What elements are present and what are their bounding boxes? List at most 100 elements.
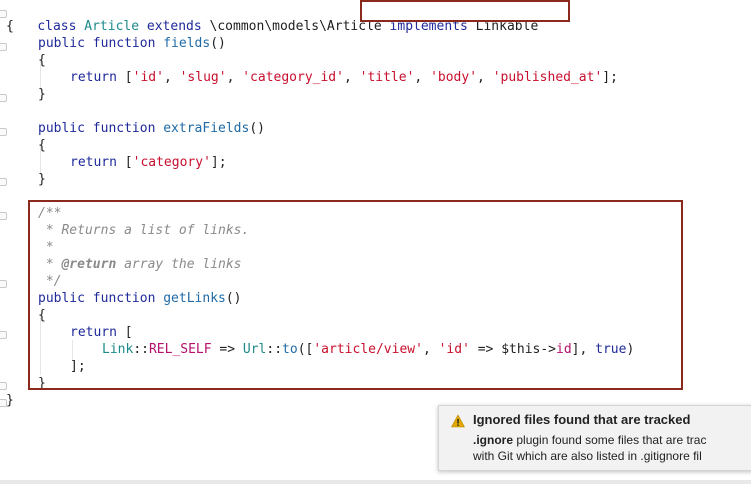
property: id [556,342,572,357]
class-name: Article [84,19,140,34]
bracket: [ [124,155,133,170]
brace: { [38,138,46,153]
code-line-link-entry: Link::REL_SELF => Url::to(['article/view… [102,341,634,358]
bracket: ]; [70,359,86,374]
string: 'slug' [179,70,227,85]
brace: } [38,172,46,187]
parens: () [210,36,226,51]
comment: */ [38,274,62,289]
indent-guide [40,315,41,375]
code-line-doc-comment: * @return array the links [38,256,242,273]
code-line-doc-comment: * Returns a list of links. [38,222,250,239]
bracket: ]; [210,155,227,170]
code-line: } [38,86,46,103]
string: 'title' [359,70,415,85]
comment: * [38,240,54,255]
warning-icon [451,414,465,428]
code-line-doc-comment: /** [38,205,61,222]
status-bar [0,480,751,484]
comma: , [422,342,439,357]
operator: => [211,342,243,357]
fold-marker[interactable] [0,178,7,186]
bracket: ]; [602,70,618,85]
variable: $this-> [501,342,557,357]
interface-name: Linkable [467,19,539,34]
code-line-class-declaration: class Article extends \common\models\Art… [6,1,538,34]
keyword: public function [38,36,164,51]
string: 'category_id' [242,70,344,85]
bracket: ([ [297,342,314,357]
function-name: to [282,342,298,357]
class-name: Url [242,342,267,357]
fold-marker[interactable] [0,128,7,136]
fold-marker[interactable] [0,331,7,339]
function-name: getLinks [163,291,226,306]
comment: * Returns a list of links. [38,223,250,238]
comma: , [343,70,360,85]
code-line-return-category: return ['category']; [70,154,227,171]
comment: /** [38,206,62,221]
operator: :: [266,342,283,357]
comment: * [38,257,62,272]
code-line-extrafields: public function extraFields() [38,120,265,137]
comma: , [163,70,180,85]
code-line: ]; [70,358,86,375]
brace: } [38,376,46,391]
string: 'category' [132,155,211,170]
code-line-fields: public function fields() [38,35,226,52]
code-line: } [38,375,46,392]
string: 'id' [132,70,164,85]
fold-marker[interactable] [0,382,7,390]
comma: , [414,70,431,85]
code-line-return: return [ [70,324,133,341]
code-line: { [38,307,46,324]
keyword: return [70,70,125,85]
keyword: return [70,155,125,170]
comma: , [226,70,243,85]
fold-marker[interactable] [0,212,7,220]
keyword: return [70,325,125,340]
notification-message-line: .ignore plugin found some files that are… [473,433,706,447]
keyword: true [595,342,627,357]
code-line-doc-comment: */ [38,273,62,290]
notification-text: with Git which are also listed in .gitig… [473,449,702,463]
indent-guide [72,340,73,360]
parent-class: \common\models\Article [209,19,382,34]
keyword-implements: implements [389,19,468,34]
code-line: } [6,392,14,409]
brace: } [6,393,14,408]
parens: () [225,291,242,306]
fold-marker[interactable] [0,94,7,102]
notification-balloon[interactable]: Ignored files found that are tracked .ig… [438,405,751,471]
plugin-name[interactable]: .ignore [473,433,513,447]
keyword: extends [139,19,210,34]
bracket: ], [571,342,596,357]
bracket: [ [124,325,133,340]
notification-title: Ignored files found that are tracked [473,412,691,427]
parens: ) [626,342,635,357]
code-line-return-fields: return ['id', 'slug', 'category_id', 'ti… [70,69,618,86]
code-line: } [38,171,46,188]
keyword: class [37,19,85,34]
code-line: { [38,52,46,69]
keyword: public function [38,121,164,136]
bracket: [ [124,70,133,85]
code-line-getlinks: public function getLinks() [38,290,242,307]
comment: array the links [116,257,242,272]
notification-text: plugin found some files that are trac [513,433,707,447]
brace: { [6,19,14,34]
brace: { [38,308,46,323]
operator: :: [133,342,149,357]
code-line: { [38,137,46,154]
class-name: Link [102,342,134,357]
string: 'body' [430,70,478,85]
fold-marker[interactable] [0,280,7,288]
keyword: public function [38,291,164,306]
function-name: extraFields [163,121,250,136]
brace: { [38,53,46,68]
string: 'article/view' [313,342,423,357]
notification-message-line: with Git which are also listed in .gitig… [473,449,702,463]
parens: () [249,121,265,136]
constant: REL_SELF [148,342,212,357]
comma: , [477,70,493,85]
